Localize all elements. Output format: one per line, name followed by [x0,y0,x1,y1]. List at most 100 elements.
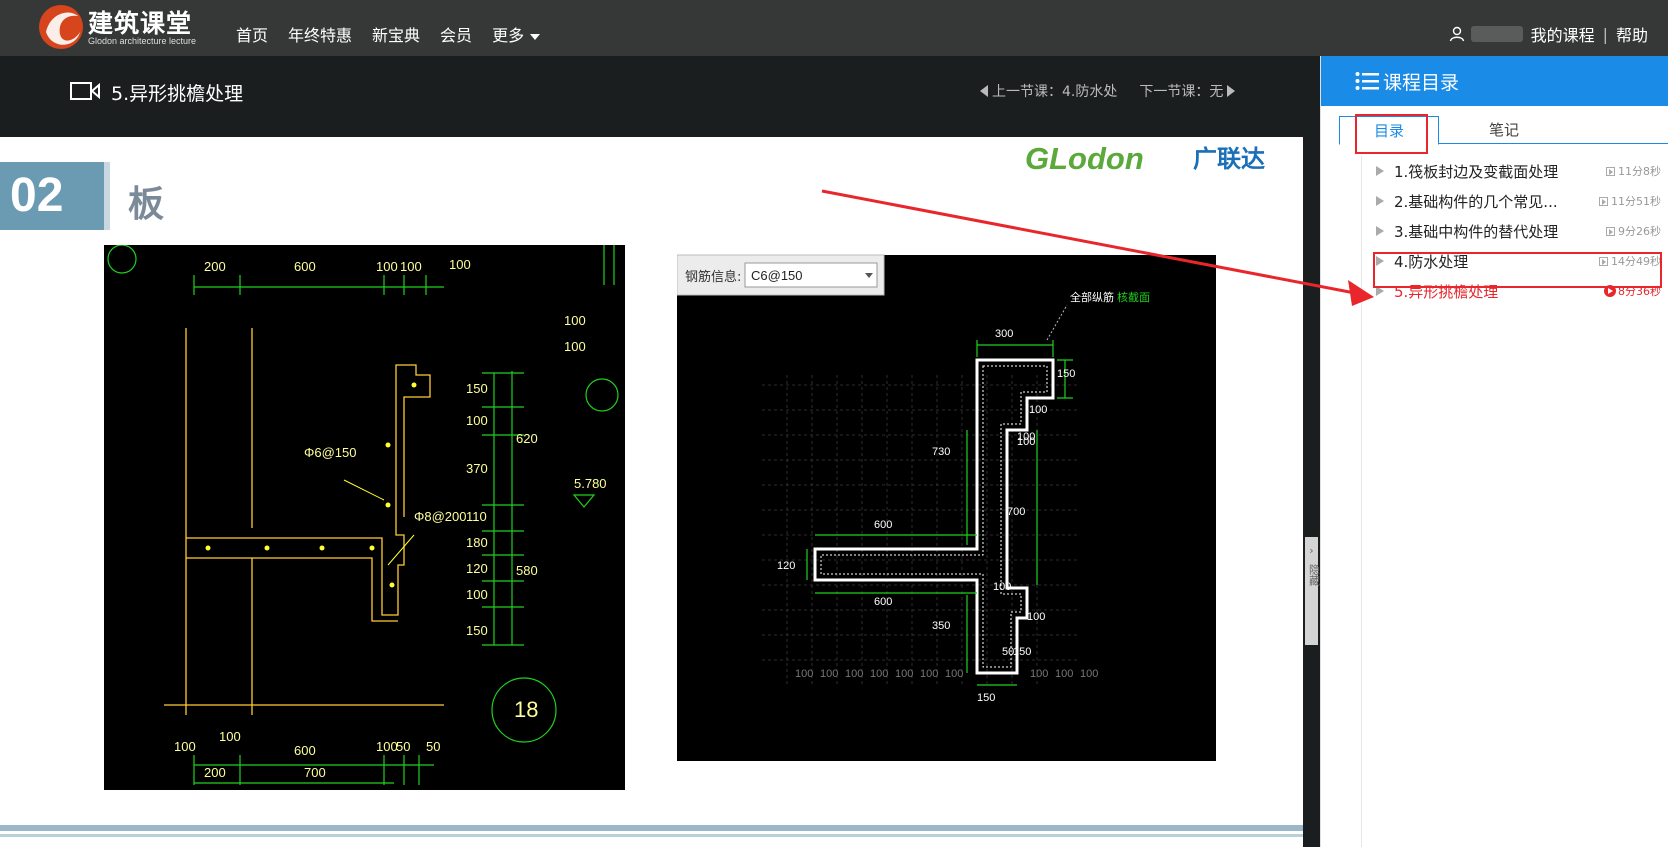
rebar-label-1: Φ6@150 [304,445,357,460]
rdim-9: 120 [777,560,795,572]
dim-right-2: 100 [466,413,488,428]
play-icon [1376,166,1384,176]
dim-bottom-1: 100 [174,739,196,754]
logo-subtitle: Glodon architecture lecture [88,36,197,46]
play-icon [1376,196,1384,206]
lesson-navigation: 上一节课：4.防水处 下一节课：无 [980,81,1236,101]
dim-right-8: 150 [466,623,488,638]
top-navigation-bar: 建筑课堂 Glodon architecture lecture 首页 年终特惠… [0,0,1668,56]
toc-item-duration: 9分26秒 [1606,223,1661,239]
toc-item[interactable]: 3.基础中构件的替代处理 9分26秒 [1362,216,1661,246]
grid-label-10: 100 [1080,668,1098,680]
play-icon [1376,226,1384,236]
toc-item[interactable]: 2.基础构件的几个常见... 11分51秒 [1362,186,1661,216]
dim-bottom-3: 600 [294,743,316,758]
dim-right-4: 110 [466,509,487,524]
sidebar-title: 课程目录 [1383,72,1460,94]
dim-top-1: 200 [204,259,226,274]
rdim-2: 150 [1057,368,1075,380]
cad-drawing-left: 200 600 100 100 100 100 100 100 100 600 … [104,245,625,790]
rebar-info-label: 钢筋信息: [685,269,741,285]
next-lesson-link[interactable]: 下一节课：无 [1139,81,1223,101]
dim-bottom-5: 50 [396,739,410,754]
dim-top-3: 100 [376,259,398,274]
edge-dim-1: 100 [564,313,586,328]
grid-label-8: 100 [1030,668,1048,680]
rdim-8: 600 [874,519,892,531]
toc-item-duration: 11分51秒 [1599,193,1661,209]
username-redacted[interactable] [1470,26,1523,42]
brand-cn-text: 广联达 [1193,145,1265,173]
next-arrow-icon[interactable] [1227,85,1236,97]
detail-number: 18 [514,697,538,722]
rdim-10: 600 [874,596,892,608]
grid-label-9: 100 [1055,668,1073,680]
help-link[interactable]: 帮助 [1616,22,1648,46]
elevation-label: 5.780 [574,476,607,491]
toc-item-duration-text: 9分26秒 [1618,225,1661,238]
grid-label-6: 100 [920,668,938,680]
prev-lesson-link[interactable]: 上一节课：4.防水处 [992,81,1117,101]
legend-all-rebar: 全部纵筋 [1070,290,1114,304]
hide-sidebar-tab[interactable]: › 隐藏 [1305,537,1321,645]
dim-bottom-7: 200 [204,765,226,780]
prev-arrow-icon[interactable] [980,85,988,97]
video-player[interactable]: 02 板 GLodon 广联达 200 600 100 100 100 100 … [0,125,1321,847]
dim-top-5: 100 [449,257,471,272]
toc-item-duration: 11分8秒 [1606,163,1661,179]
slide-frame: 02 板 GLodon 广联达 200 600 100 100 100 100 … [0,137,1303,847]
dim-right-5: 180 [466,535,488,550]
rebar-label-2: Φ8@200 [414,509,467,524]
slide-footer-stripe-thin [0,834,1303,837]
rdim-12: 100 [1027,611,1045,623]
toc-item-name: 2.基础构件的几个常见... [1394,192,1558,211]
rdim-6: 100 [1017,436,1035,448]
nav-home[interactable]: 首页 [236,22,268,46]
nav-separator: | [1602,24,1608,44]
slide-number-shadow [104,162,110,230]
dim-right-6: 120 [466,561,488,576]
video-camera-icon [70,82,100,100]
course-sidebar: 课程目录 目录 笔记 1.筏板封边及变截面处理 11分8秒 2.基础构件的几个常… [1320,56,1668,847]
user-area: 我的课程 | 帮助 [1449,22,1648,46]
rdim-1: 300 [995,328,1013,340]
cad-drawing-right: 钢筋信息: C6@150 全部纵筋 核截面 300 150 100 100 73… [677,245,1216,761]
my-courses-link[interactable]: 我的课程 [1531,22,1595,46]
dim-bottom-4: 100 [376,739,398,754]
dim-bottom-8: 700 [304,765,326,780]
dim-bottom-6: 50 [426,739,440,754]
dim-right-total-1: 620 [516,431,538,446]
nav-more[interactable]: 更多 [492,22,541,46]
grid-label-2: 100 [820,668,838,680]
rdim-16: 150 [977,692,995,704]
video-icon [1606,226,1615,236]
dim-right-1: 150 [466,381,488,396]
dim-right-total-2: 580 [516,563,538,578]
grid-label-5: 100 [895,668,913,680]
nav-year-end-sale[interactable]: 年终特惠 [288,22,352,46]
glodon-logo-icon[interactable] [36,2,86,52]
grid-label-1: 100 [795,668,813,680]
dim-right-3: 370 [466,461,488,476]
slide-footer-stripe [0,825,1303,831]
legend-core-section: 核截面 [1117,290,1150,304]
list-icon [1355,72,1379,90]
rdim-15: 150 [1013,646,1031,658]
toc-item[interactable]: 1.筏板封边及变截面处理 11分8秒 [1362,156,1661,186]
dim-top-4: 100 [400,259,422,274]
brand-en-text: GLodon [1025,141,1144,176]
sidebar-header: 课程目录 [1321,56,1668,106]
slide-title: 板 [128,184,165,225]
nav-membership[interactable]: 会员 [440,22,472,46]
nav-new-guide[interactable]: 新宝典 [372,22,420,46]
user-icon[interactable] [1449,26,1465,42]
toc-item-name: 3.基础中构件的替代处理 [1394,222,1559,241]
toc-item-duration-text: 11分51秒 [1611,195,1661,208]
rdim-11: 100 [993,581,1011,593]
tab-notes[interactable]: 笔记 [1439,116,1569,144]
toc-item-name: 1.筏板封边及变截面处理 [1394,162,1559,181]
dim-bottom-2: 100 [219,729,241,744]
logo-text[interactable]: 建筑课堂 [88,4,192,40]
rdim-3: 100 [1029,404,1047,416]
rdim-7: 700 [1007,506,1025,518]
